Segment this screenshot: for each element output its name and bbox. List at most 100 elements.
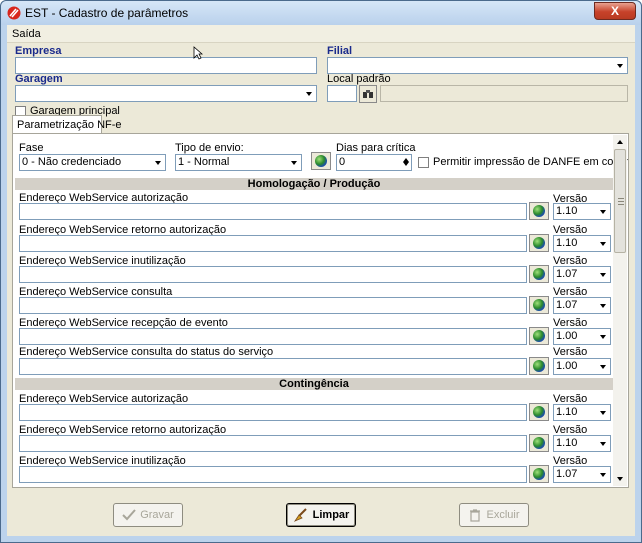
garagem-label: Garagem — [15, 73, 63, 85]
ws-url-field[interactable] — [19, 435, 527, 452]
empresa-label: Empresa — [15, 45, 62, 57]
ws-test-button[interactable] — [529, 265, 549, 283]
chevron-down-icon — [287, 156, 300, 169]
ws-test-button[interactable] — [529, 234, 549, 252]
ws-test-button[interactable] — [529, 403, 549, 421]
globe-icon — [315, 155, 327, 167]
excluir-button[interactable]: Excluir — [459, 503, 529, 527]
ws-row-label: Endereço WebService consulta do status d… — [19, 346, 274, 358]
local-padrao-search-button[interactable] — [359, 85, 377, 103]
ws-url-field[interactable] — [19, 203, 527, 220]
tipo-envio-value: 1 - Normal — [178, 156, 230, 168]
versao-select[interactable]: 1.07 — [553, 266, 611, 283]
excluir-label: Excluir — [486, 509, 520, 521]
versao-select[interactable]: 1.07 — [553, 466, 611, 483]
section-header: Contingência — [15, 378, 613, 390]
ws-url-field[interactable] — [19, 297, 527, 314]
permitir-danfe-checkbox[interactable] — [418, 157, 429, 168]
chevron-down-icon — [596, 468, 609, 481]
tipo-envio-web-button[interactable] — [311, 152, 331, 170]
arrow-up-icon — [617, 140, 623, 144]
versao-value: 1.00 — [556, 360, 578, 372]
filial-label: Filial — [327, 45, 353, 57]
globe-icon — [533, 330, 545, 342]
chevron-down-icon — [596, 437, 609, 450]
versao-select[interactable]: 1.10 — [553, 435, 611, 452]
versao-select[interactable]: 1.00 — [553, 358, 611, 375]
ws-url-field[interactable] — [19, 235, 527, 252]
versao-value: 1.07 — [556, 468, 578, 480]
ws-url-field[interactable] — [19, 358, 527, 375]
check-icon — [122, 509, 136, 521]
scroll-down-button[interactable] — [613, 472, 627, 486]
versao-value: 1.10 — [556, 406, 578, 418]
local-padrao-description-field — [380, 85, 628, 102]
globe-icon — [533, 237, 545, 249]
globe-icon — [533, 268, 545, 280]
ws-test-button[interactable] — [529, 357, 549, 375]
menu-item-saida[interactable]: Saída — [12, 28, 41, 40]
gravar-button[interactable]: Gravar — [113, 503, 183, 527]
menu-bar: Saída — [7, 25, 635, 43]
ws-test-button[interactable] — [529, 296, 549, 314]
globe-icon — [533, 406, 545, 418]
title-bar[interactable]: EST - Cadastro de parâmetros X — [1, 1, 641, 25]
ws-test-button[interactable] — [529, 202, 549, 220]
limpar-button[interactable]: Limpar — [286, 503, 356, 527]
dias-critica-spinner[interactable]: 0 — [336, 154, 412, 171]
versao-select[interactable]: 1.07 — [553, 297, 611, 314]
ws-url-field[interactable] — [19, 266, 527, 283]
globe-icon — [533, 360, 545, 372]
versao-select[interactable]: 1.00 — [553, 328, 611, 345]
close-button[interactable]: X — [594, 2, 636, 20]
tipo-envio-select[interactable]: 1 - Normal — [175, 154, 302, 171]
chevron-down-icon — [596, 406, 609, 419]
globe-icon — [533, 468, 545, 480]
vertical-scrollbar[interactable] — [613, 135, 627, 486]
local-padrao-code-field[interactable] — [327, 85, 357, 102]
tab-parametrizacao-nfe[interactable]: Parametrização NF-e — [12, 115, 122, 134]
ws-url-field[interactable] — [19, 466, 527, 483]
fase-select[interactable]: 0 - Não credenciado — [19, 154, 166, 171]
grip-line — [618, 201, 624, 202]
dias-critica-label: Dias para crítica — [336, 142, 416, 154]
ws-test-button[interactable] — [529, 434, 549, 452]
chevron-down-icon — [596, 268, 609, 281]
versao-label: Versão — [553, 346, 588, 358]
ws-url-field[interactable] — [19, 404, 527, 421]
tab-panel-nfe: Fase 0 - Não credenciado Tipo de envio: … — [12, 133, 629, 488]
versao-value: 1.10 — [556, 237, 578, 249]
section-header: Homologação / Produção — [15, 178, 613, 190]
versao-value: 1.07 — [556, 268, 578, 280]
ws-test-button[interactable] — [529, 465, 549, 483]
spinner-buttons[interactable] — [400, 155, 411, 170]
globe-icon — [533, 299, 545, 311]
ws-url-field[interactable] — [19, 328, 527, 345]
scroll-thumb[interactable] — [614, 149, 626, 253]
permitir-danfe-label: Permitir impressão de DANFE em contingên… — [433, 156, 628, 168]
versao-select[interactable]: 1.10 — [553, 203, 611, 220]
chevron-down-icon — [596, 360, 609, 373]
chevron-down-icon — [613, 59, 626, 72]
versao-select[interactable]: 1.10 — [553, 404, 611, 421]
versao-select[interactable]: 1.10 — [553, 235, 611, 252]
grip-line — [618, 198, 624, 199]
scroll-up-button[interactable] — [613, 135, 627, 149]
est-logo-icon — [7, 6, 21, 20]
mouse-cursor-icon — [193, 46, 203, 60]
filial-select[interactable] — [327, 57, 628, 74]
broom-icon — [293, 508, 307, 522]
versao-value: 1.10 — [556, 437, 578, 449]
chevron-down-icon — [151, 156, 164, 169]
fase-label: Fase — [19, 142, 44, 154]
grip-line — [618, 204, 624, 205]
empresa-field[interactable] — [15, 57, 317, 74]
dias-critica-value: 0 — [339, 156, 346, 168]
binoculars-icon — [363, 90, 373, 98]
ws-test-button[interactable] — [529, 327, 549, 345]
garagem-select[interactable] — [15, 85, 317, 102]
fase-value: 0 - Não credenciado — [22, 156, 122, 168]
globe-icon — [533, 437, 545, 449]
local-padrao-label: Local padrão — [327, 73, 391, 85]
trash-icon — [470, 509, 481, 522]
